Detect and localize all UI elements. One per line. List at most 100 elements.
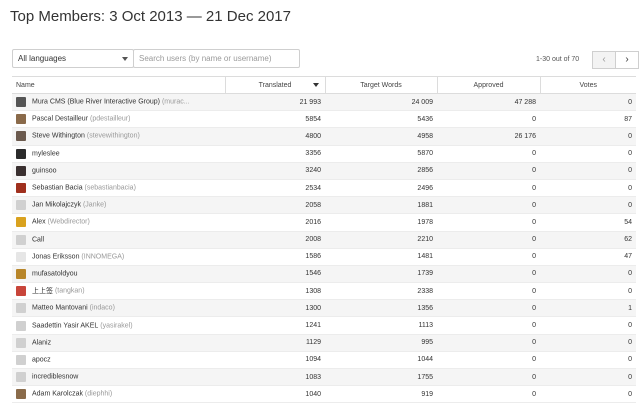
target-words-cell: 1356 — [325, 299, 437, 318]
avatar[interactable] — [16, 165, 26, 176]
table-row[interactable]: Adam Karolczak (diephhi) 1040 919 0 0 — [12, 385, 636, 404]
member-cell: Adam Karolczak (diephhi) — [12, 385, 225, 404]
member-username: (stevewithington) — [86, 132, 140, 140]
table-row[interactable]: Call 2008 2210 0 62 — [12, 231, 636, 249]
table-row[interactable]: Sebastian Bacia (sebastianbacia) 2534 2496… — [12, 179, 636, 198]
column-header-target-words[interactable]: Target Words — [325, 76, 438, 94]
votes-cell: 0 — [540, 162, 636, 180]
search-input[interactable] — [139, 54, 289, 63]
avatar[interactable] — [16, 234, 26, 245]
member-name[interactable]: Adam Karolczak — [32, 391, 83, 398]
column-header-name[interactable]: Name — [12, 76, 226, 94]
avatar[interactable] — [16, 303, 26, 314]
table-header-row: Name Translated Target Words Approved Vo… — [12, 76, 636, 94]
avatar[interactable] — [16, 183, 26, 194]
target-words-cell: 5436 — [325, 110, 437, 129]
pagination-range: 1-30 out of 70 — [536, 56, 580, 63]
table-row[interactable]: guinsoo 3240 2856 0 0 — [12, 162, 636, 180]
avatar[interactable] — [16, 97, 26, 108]
member-name[interactable]: Alex — [32, 219, 46, 226]
avatar[interactable] — [16, 217, 26, 228]
avatar[interactable] — [16, 372, 26, 383]
avatar[interactable] — [16, 114, 26, 125]
members-table: Name Translated Target Words Approved Vo… — [12, 76, 636, 404]
member-name[interactable]: Call — [32, 236, 44, 243]
table-row[interactable]: Jonas Eriksson (INNOMEGA) 1586 1481 0 47 — [12, 248, 636, 266]
member-name[interactable]: Matteo Mantovani — [32, 305, 88, 312]
table-row[interactable]: apocz 1094 1044 0 0 — [12, 351, 636, 370]
avatar[interactable] — [16, 148, 26, 159]
member-name[interactable]: incrediblesnow — [32, 374, 78, 381]
member-name[interactable]: Mura CMS (Blue River Interactive Group) — [32, 99, 160, 106]
member-name[interactable]: apocz — [32, 356, 51, 363]
table-row[interactable]: 上上签 (tangkan) 1308 2338 0 0 — [12, 282, 636, 301]
table-row[interactable]: incrediblesnow 1083 1755 0 0 — [12, 368, 636, 387]
translated-cell: 2008 — [225, 231, 325, 249]
table-row[interactable]: Saadettin Yasir AKEL (yasirakel) 1241 1113… — [12, 316, 636, 335]
column-header-approved[interactable]: Approved — [437, 76, 541, 94]
votes-cell: 54 — [540, 213, 636, 232]
avatar[interactable] — [16, 337, 26, 348]
translated-cell: 1083 — [225, 368, 325, 387]
member-name[interactable]: Sebastian Bacia — [32, 185, 83, 192]
column-header-translated[interactable]: Translated — [225, 76, 326, 94]
avatar[interactable] — [16, 131, 26, 142]
table-row[interactable]: Pascal Destailleur (pdestailleur) 5854 543… — [12, 110, 636, 129]
member-cell: guinsoo — [12, 162, 225, 180]
target-words-cell: 2496 — [325, 179, 437, 198]
table-row[interactable]: Alex (Webdirector) 2016 1978 0 54 — [12, 213, 636, 232]
translated-cell: 1300 — [225, 299, 325, 318]
table-row[interactable]: Jan Mikolajczyk (Janke) 2058 1881 0 0 — [12, 196, 636, 215]
avatar[interactable] — [16, 286, 26, 297]
target-words-cell: 995 — [325, 334, 437, 352]
avatar[interactable] — [16, 268, 26, 279]
member-name[interactable]: guinsoo — [32, 167, 57, 174]
avatar[interactable] — [16, 200, 26, 211]
translated-cell: 3356 — [225, 145, 325, 163]
avatar[interactable] — [16, 320, 26, 331]
avatar[interactable] — [16, 251, 26, 262]
member-username: (sebastianbacia) — [84, 184, 136, 192]
table-row[interactable]: myleslee 3356 5870 0 0 — [12, 145, 636, 163]
votes-cell: 1 — [540, 299, 636, 318]
member-name[interactable]: 上上签 — [32, 288, 53, 295]
column-label: Name — [16, 81, 35, 89]
member-name[interactable]: Jan Mikolajczyk — [32, 202, 81, 209]
translated-cell: 1308 — [225, 282, 325, 301]
member-name[interactable]: Pascal Destailleur — [32, 116, 88, 123]
table-row[interactable]: Steve Withington (stevewithington) 4800 49… — [12, 127, 636, 146]
column-header-votes[interactable]: Votes — [540, 76, 636, 94]
table-row[interactable]: Matteo Mantovani (indaco) 1300 1356 0 1 — [12, 299, 636, 318]
member-cell: apocz — [12, 351, 225, 370]
member-cell: Jonas Eriksson (INNOMEGA) — [12, 248, 225, 266]
avatar[interactable] — [16, 354, 26, 365]
prev-page-button[interactable]: ‹ — [592, 51, 616, 69]
target-words-cell: 1755 — [325, 368, 437, 387]
member-username: (indaco) — [89, 304, 115, 312]
avatar[interactable] — [16, 389, 26, 400]
translated-cell: 2016 — [225, 213, 325, 232]
member-name[interactable]: Saadettin Yasir AKEL — [32, 322, 98, 329]
table-row[interactable]: Mura CMS (Blue River Interactive Group) … — [12, 93, 636, 112]
target-words-cell: 5870 — [325, 145, 437, 163]
member-name[interactable]: Jonas Eriksson — [32, 253, 79, 260]
translated-cell: 2058 — [225, 196, 325, 215]
member-username: (Janke) — [82, 201, 107, 209]
table-row[interactable]: Alaniz 1129 995 0 0 — [12, 334, 636, 352]
translated-cell: 21 993 — [225, 93, 325, 112]
member-name[interactable]: myleslee — [32, 150, 60, 157]
approved-cell: 0 — [437, 145, 540, 163]
target-words-cell: 1481 — [325, 248, 437, 266]
language-select[interactable]: All languages — [12, 49, 134, 68]
member-name[interactable]: Alaniz — [32, 339, 51, 346]
votes-cell: 0 — [540, 282, 636, 301]
member-username: (Webdirector) — [47, 218, 90, 226]
member-username: (INNOMEGA) — [81, 253, 125, 261]
member-cell: Alaniz — [12, 334, 225, 352]
table-row[interactable]: mufasatoldyou 1546 1739 0 0 — [12, 265, 636, 284]
member-name[interactable]: mufasatoldyou — [32, 270, 78, 277]
member-username: (diephhi) — [84, 390, 113, 398]
search-box[interactable] — [133, 49, 300, 68]
next-page-button[interactable]: › — [615, 51, 639, 69]
member-name[interactable]: Steve Withington — [32, 133, 85, 140]
